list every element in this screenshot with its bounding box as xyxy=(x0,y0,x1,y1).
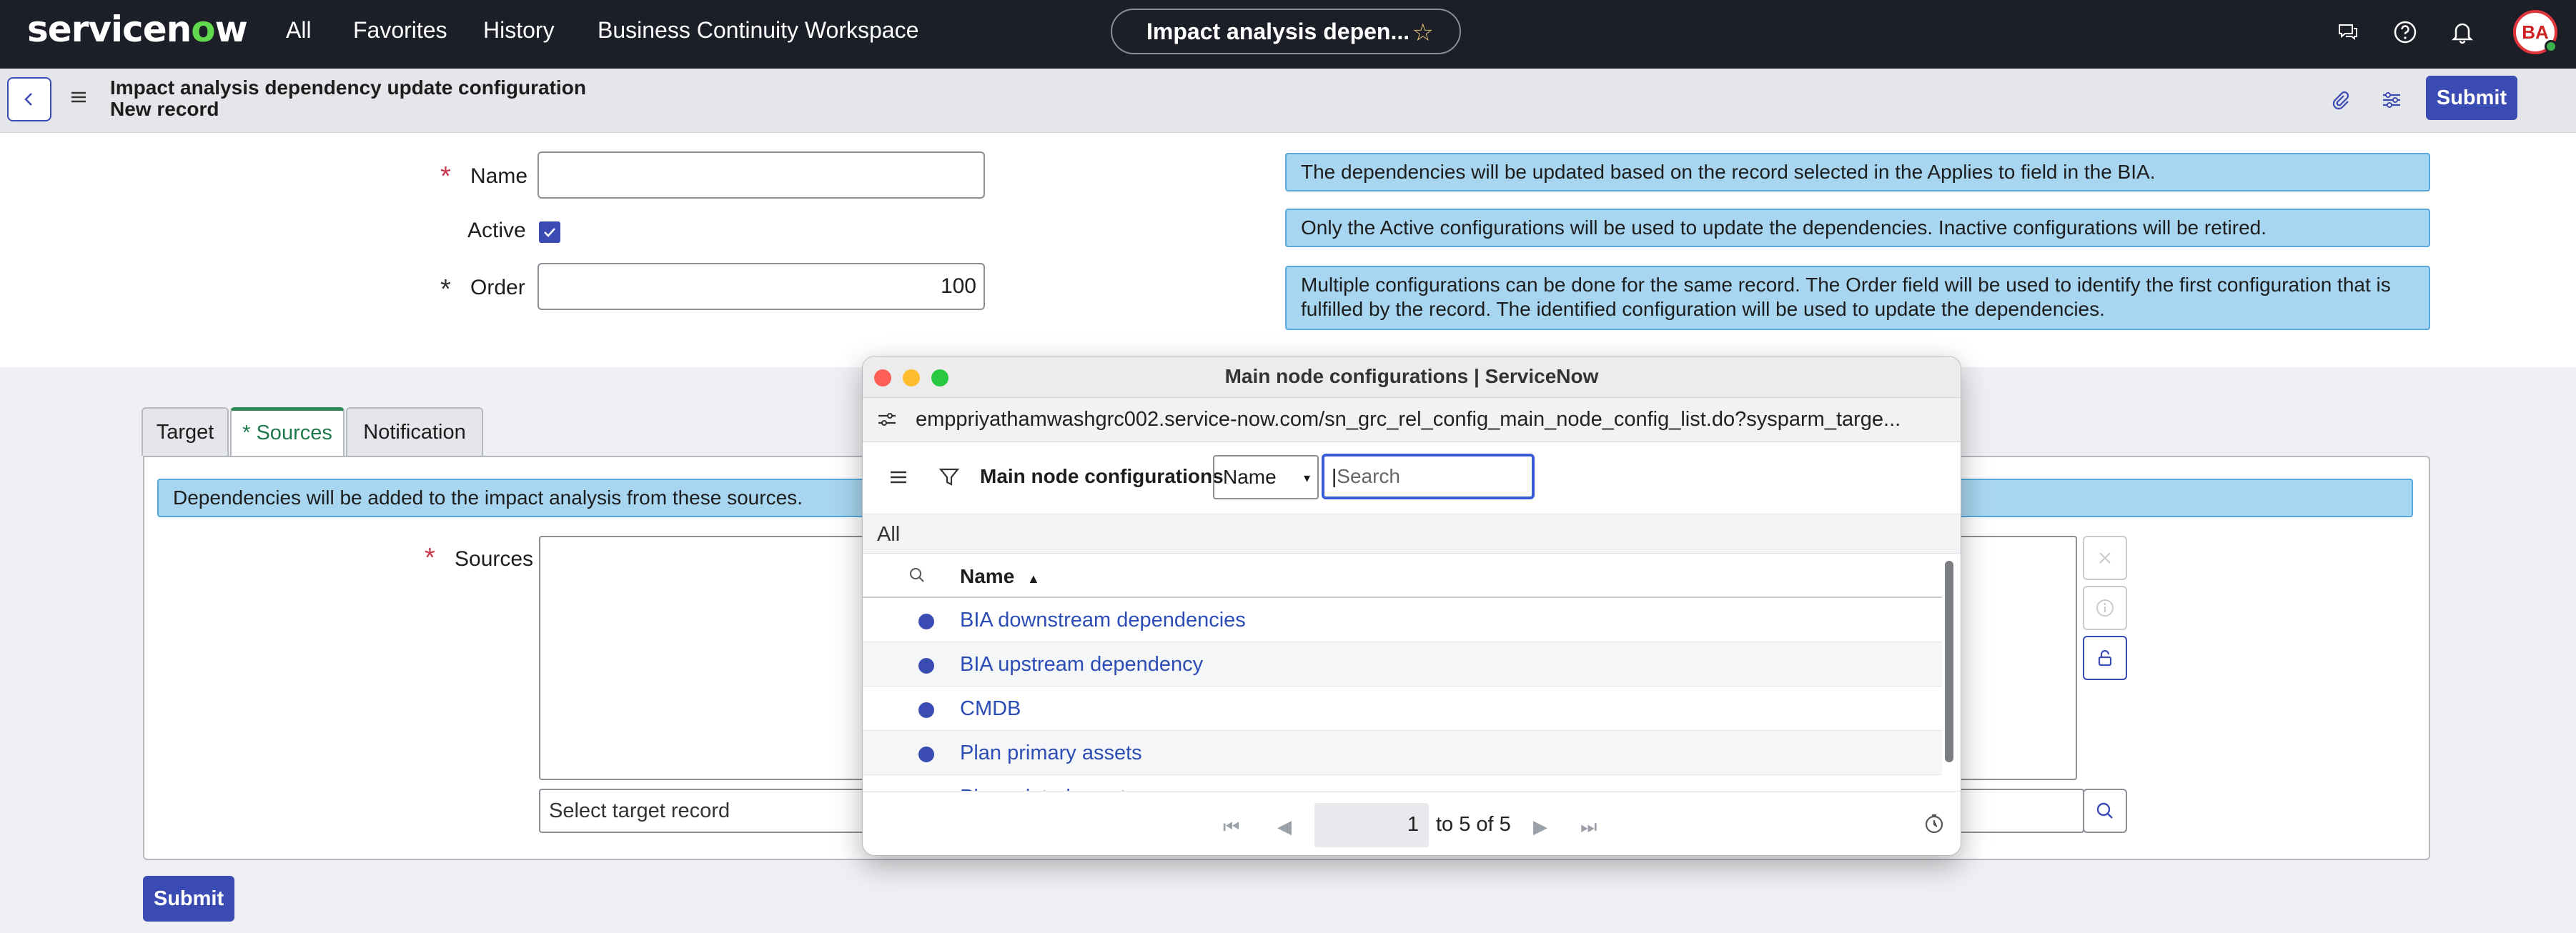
attachment-icon[interactable] xyxy=(2324,84,2356,116)
nav-all[interactable]: All xyxy=(286,17,312,44)
search-field-value: Name xyxy=(1223,466,1277,488)
order-field[interactable]: 100 xyxy=(538,263,985,310)
servicenow-logo[interactable]: servicenow xyxy=(27,9,248,50)
personalize-form-icon[interactable] xyxy=(2376,84,2407,116)
sort-ascending-icon: ▲ xyxy=(1027,572,1040,586)
tab-sources[interactable]: * Sources xyxy=(230,407,345,456)
record-header-bar: Impact analysis dependency update config… xyxy=(0,69,2576,133)
checkmark-icon xyxy=(544,228,555,237)
nav-business-continuity-workspace[interactable]: Business Continuity Workspace xyxy=(598,17,918,44)
tab-target[interactable]: Target xyxy=(142,407,229,456)
nav-favorites[interactable]: Favorites xyxy=(353,17,447,44)
last-page-icon[interactable]: ⏭ xyxy=(1580,816,1597,839)
first-page-icon[interactable]: ⏮ xyxy=(1223,816,1239,839)
list-header-row: Name ▲ xyxy=(863,554,1942,598)
chevron-left-icon xyxy=(24,93,32,106)
column-header-label: Name xyxy=(960,565,1015,587)
row-link[interactable]: CMDB xyxy=(960,697,1021,721)
previous-page-icon[interactable]: ◀ xyxy=(1277,816,1292,838)
active-label: Active xyxy=(467,219,526,242)
page-range-text: to 5 of 5 xyxy=(1436,813,1511,836)
notification-bell-icon[interactable] xyxy=(2446,16,2479,49)
dropdown-caret-icon: ▾ xyxy=(1303,471,1310,485)
submit-button-top[interactable]: Submit xyxy=(2426,76,2517,120)
list-row[interactable]: CMDB xyxy=(863,687,1942,731)
info-box-order: Multiple configurations can be done for … xyxy=(1285,266,2430,330)
sources-label: Sources xyxy=(455,547,534,571)
row-link[interactable]: BIA downstream dependencies xyxy=(960,609,1246,632)
submit-button-bottom[interactable]: Submit xyxy=(143,876,234,922)
star-icon[interactable]: ☆ xyxy=(1412,19,1434,47)
page-number-input[interactable]: 1 xyxy=(1314,803,1429,847)
pagination-bar: ⏮ ◀ 1 to 5 of 5 ▶ ⏭ xyxy=(863,791,1961,855)
remove-source-button[interactable] xyxy=(2083,536,2127,580)
lookup-button[interactable] xyxy=(2083,789,2127,833)
record-title: Impact analysis dependency update config… xyxy=(110,76,586,99)
context-pill-title: Impact analysis depen... xyxy=(1146,18,1410,44)
row-link[interactable]: BIA upstream dependency xyxy=(960,653,1203,677)
column-header-name[interactable]: Name ▲ xyxy=(960,565,1040,588)
search-placeholder: Search xyxy=(1337,465,1400,487)
tab-notification[interactable]: Notification xyxy=(346,407,483,456)
site-settings-icon[interactable] xyxy=(876,409,898,433)
list-menu-icon[interactable] xyxy=(888,468,908,490)
response-time-icon[interactable] xyxy=(1923,813,1945,838)
avatar-initials: BA xyxy=(2522,21,2549,43)
list-row[interactable]: Plan primary assets xyxy=(863,731,1942,775)
online-status-dot xyxy=(2545,40,2557,53)
active-checkbox[interactable] xyxy=(539,221,560,243)
help-icon[interactable] xyxy=(2389,16,2422,49)
source-info-button[interactable] xyxy=(2083,586,2127,630)
search-field-select[interactable]: Name ▾ xyxy=(1213,455,1319,499)
popup-title: Main node configurations | ServiceNow xyxy=(1224,365,1599,387)
list-scrollbar[interactable] xyxy=(1945,561,1953,762)
unlock-button[interactable] xyxy=(2083,636,2127,680)
popup-search-input[interactable]: | Search xyxy=(1322,454,1535,499)
close-icon xyxy=(2099,552,2111,564)
next-page-icon[interactable]: ▶ xyxy=(1533,816,1547,838)
search-icon xyxy=(2096,802,2113,819)
form-menu-icon[interactable] xyxy=(69,87,89,111)
popup-titlebar: Main node configurations | ServiceNow xyxy=(863,356,1961,398)
name-label: Name xyxy=(470,164,528,188)
row-status-dot xyxy=(918,658,934,674)
filter-icon[interactable] xyxy=(938,466,960,492)
list-row[interactable]: BIA upstream dependency xyxy=(863,642,1942,687)
popup-list-toolbar: Main node configurations Name ▾ | Search xyxy=(863,442,1961,514)
top-navigation-bar: servicenow All Favorites History Busines… xyxy=(0,0,2576,69)
chat-icon[interactable] xyxy=(2332,16,2364,49)
row-status-dot xyxy=(918,747,934,762)
required-indicator-sources: * xyxy=(425,543,435,573)
order-label: Order xyxy=(470,276,525,299)
breadcrumb-bar: All xyxy=(863,514,1961,554)
nav-history[interactable]: History xyxy=(483,17,555,44)
row-status-dot xyxy=(918,702,934,718)
list-title: Main node configurations xyxy=(980,465,1224,487)
record-subtitle: New record xyxy=(110,98,219,120)
popup-url-bar: emppriyathamwashgrc002.service-now.com/s… xyxy=(863,398,1961,442)
list-row[interactable]: BIA downstream dependencies xyxy=(863,598,1942,642)
info-box-applies-to: The dependencies will be updated based o… xyxy=(1285,153,2430,191)
back-button[interactable] xyxy=(7,77,51,121)
user-avatar[interactable]: BA xyxy=(2513,10,2557,54)
info-icon xyxy=(2096,599,2114,617)
lookup-popup-window: Main node configurations | ServiceNow em… xyxy=(862,356,1961,856)
order-field-value: 100 xyxy=(940,274,976,298)
required-indicator: * xyxy=(440,161,451,191)
unlock-icon xyxy=(2098,649,2112,667)
required-indicator-order: * xyxy=(440,274,451,304)
target-record-placeholder: Select target record xyxy=(549,799,730,822)
row-status-dot xyxy=(918,614,934,629)
name-field[interactable] xyxy=(538,151,985,199)
popup-url[interactable]: emppriyathamwashgrc002.service-now.com/s… xyxy=(916,408,1901,431)
breadcrumb-all[interactable]: All xyxy=(877,523,900,547)
info-box-active: Only the Active configurations will be u… xyxy=(1285,209,2430,247)
context-pill[interactable]: Impact analysis depen... ☆ xyxy=(1111,9,1461,54)
row-link[interactable]: Plan primary assets xyxy=(960,742,1142,765)
column-search-icon[interactable] xyxy=(907,565,927,589)
